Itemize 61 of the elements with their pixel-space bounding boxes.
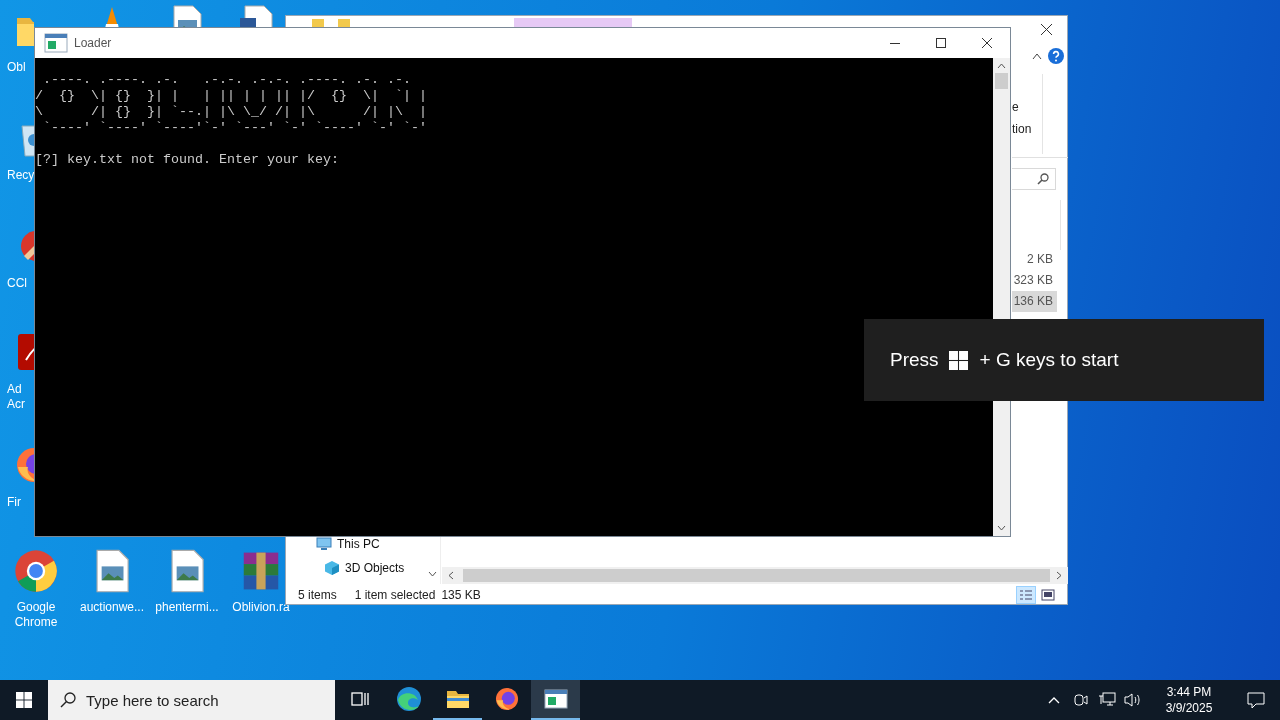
search-icon	[1037, 173, 1049, 185]
toast-text: Press	[890, 347, 939, 372]
file-size-cell-text: 323 KB	[1012, 272, 1054, 289]
window-icon	[543, 688, 568, 710]
navigation-item[interactable]: This PC	[316, 534, 380, 554]
desktop-icon-label[interactable]: Google Chrome	[14, 600, 58, 630]
file-size-cell: 136 KB	[1012, 291, 1057, 312]
speech-bubble-icon	[1247, 691, 1265, 709]
search-field[interactable]: Type here to search	[48, 680, 335, 720]
navigation-item[interactable]: 3D Objects	[324, 558, 405, 578]
file-size-cell-text: 2 KB	[1026, 251, 1054, 268]
close-icon	[982, 38, 992, 48]
desktop-icon-label[interactable]: Obl	[7, 60, 26, 75]
desktop-icon-label[interactable]: CCl	[7, 276, 27, 291]
chevron-down-icon[interactable]	[997, 525, 1006, 531]
firefox-icon	[493, 686, 520, 712]
chevron-down-icon[interactable]	[428, 571, 437, 577]
console-line: [?] key.txt not found. Enter your key:	[35, 152, 339, 168]
volume-icon[interactable]	[1124, 692, 1142, 708]
desktop-icon-label[interactable]: phentermi...	[155, 600, 219, 615]
monitor-icon	[316, 537, 332, 551]
maximize-icon	[936, 38, 946, 48]
desktop-icon-label[interactable]: Ad Acr	[7, 382, 25, 412]
ribbon-label: e	[1012, 99, 1019, 115]
chevron-left-icon[interactable]	[448, 571, 454, 580]
status-text: 135 KB	[441, 587, 481, 604]
windows-logo-icon	[948, 350, 968, 370]
status-text: 1 item selected	[354, 587, 436, 604]
window-icon	[44, 32, 68, 54]
close-icon[interactable]	[1041, 24, 1052, 35]
network-icon[interactable]	[1098, 692, 1116, 708]
status-text: 5 items	[298, 587, 337, 604]
toast-text: + G keys to start	[979, 347, 1119, 372]
desktop-icon-label[interactable]: auctionwe...	[79, 600, 144, 615]
details-icon	[1019, 589, 1033, 601]
ribbon-label: tion	[1012, 121, 1032, 137]
edge-icon	[395, 686, 422, 712]
desktop-icon-label[interactable]: Recy	[7, 168, 35, 183]
scrollbar-thumb[interactable]	[995, 73, 1008, 89]
taskbar-app-button[interactable]	[531, 680, 580, 720]
windows-logo-icon	[16, 692, 32, 708]
desktop-icon-label[interactable]: Fir	[7, 495, 21, 510]
search-field[interactable]	[1012, 168, 1056, 190]
chevron-right-icon[interactable]	[1056, 571, 1062, 580]
minimize-icon	[890, 42, 900, 44]
desktop-icon-label[interactable]: Oblivion.ra	[232, 600, 290, 615]
cube-icon	[324, 560, 340, 576]
clock-time: 3:44 PM	[1166, 684, 1212, 700]
tiles-icon	[1041, 589, 1055, 601]
tiles-view-button[interactable]	[1038, 586, 1058, 604]
chrome-icon	[13, 548, 59, 594]
window-title: Loader	[74, 35, 112, 52]
search-icon	[60, 692, 76, 708]
clock[interactable]: 3:44 PM 3/9/2025	[1154, 684, 1224, 716]
help-icon[interactable]	[1048, 48, 1064, 64]
ascii-art-text: .----. .----. .-. .-.-. .-.-. .----. .-. .-. / {} \| {} }| | | || | | || |/ {} \| `| | \ /| {} }| `--.| |\ \_/ /| |\ /| |\ | `----' `----' `----'`-' `---' `-' `----' `-' `-'	[35, 72, 427, 136]
task-view-icon	[349, 689, 370, 709]
clock-date: 3/9/2025	[1165, 700, 1213, 716]
camera-icon[interactable]	[1074, 692, 1088, 708]
chevron-up-icon[interactable]	[1032, 53, 1042, 60]
horizontal-scrollbar[interactable]	[442, 567, 1068, 584]
